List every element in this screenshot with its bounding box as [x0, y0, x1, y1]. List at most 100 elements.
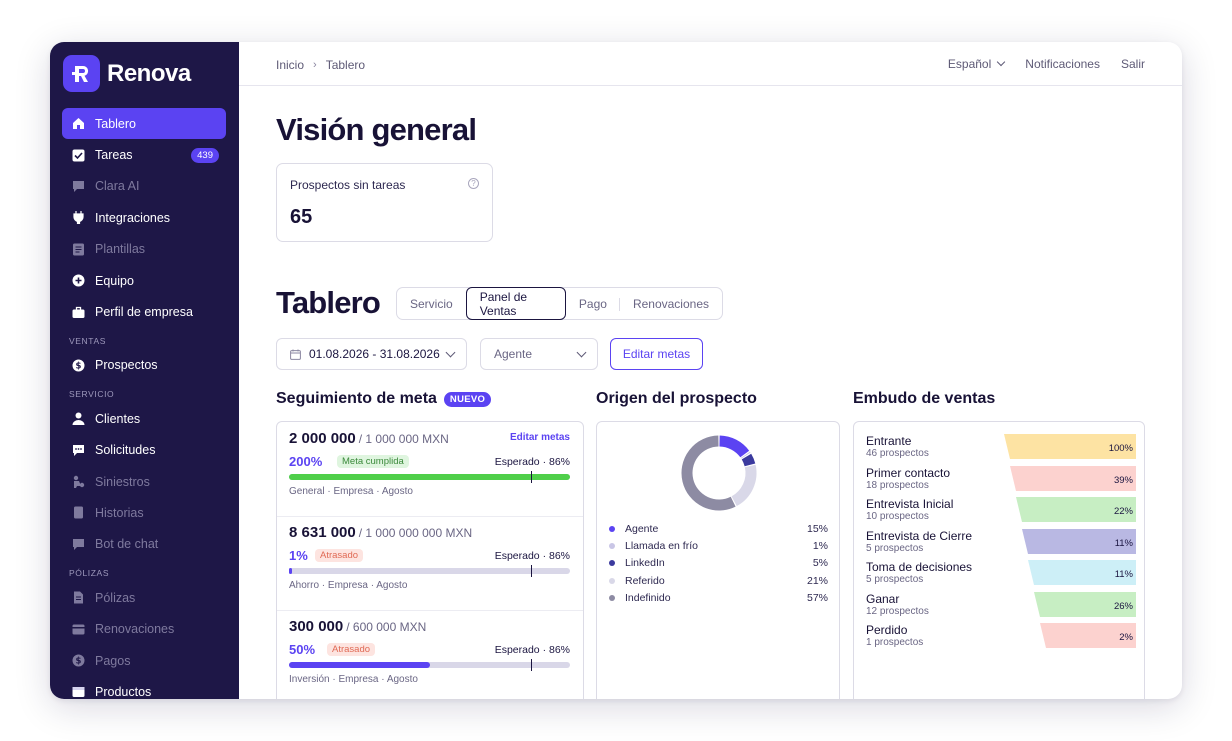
sidebar-item-renovaciones[interactable]: Renovaciones [62, 613, 226, 644]
sidebar-item-label: Tablero [95, 116, 136, 131]
sidebar-item-label: Productos [95, 684, 152, 699]
chevron-right-icon: › [313, 59, 317, 71]
sidebar-item-equipo[interactable]: Equipo [62, 265, 226, 296]
goal-progress-bar [289, 565, 570, 577]
tab-label: Servicio [410, 296, 453, 311]
goal-row[interactable]: 2 000 000/ 1 000 000 MXN Editar metas 200%… [289, 430, 572, 514]
goal-row[interactable]: 300 000/ 600 000 MXN 50% Atrasado Esperado … [289, 618, 572, 699]
funnel-section-title: Embudo de ventas [853, 390, 996, 407]
funnel-stage-percent: 26% [1113, 600, 1133, 612]
document-icon [71, 506, 85, 520]
goal-expected: Esperado · 86% [494, 550, 570, 562]
funnel-stage[interactable]: Perdido 1 prospectos 2% [866, 623, 1136, 651]
goals-card: 2 000 000/ 1 000 000 MXN Editar metas 200%… [276, 421, 584, 699]
donut-slice-llamada-en-fr-o[interactable] [740, 451, 751, 459]
goal-progress-bar [289, 659, 570, 671]
sidebar-item-label: Clientes [95, 411, 141, 426]
legend-label: Llamada en frío [625, 539, 698, 552]
funnel-stage-name: Perdido [866, 623, 908, 637]
funnel-card: Entrante 46 prospectos 100% Primer contacto… [853, 421, 1145, 699]
edit-goals-link[interactable]: Editar metas [510, 432, 570, 443]
goal-progress-fill [289, 662, 430, 668]
help-icon[interactable]: ? [468, 178, 479, 189]
origin-section-title: Origen del prospecto [596, 390, 757, 407]
app-window: Renova Tablero Tareas 439 Clara AI Integ… [50, 42, 1182, 699]
sidebar-item-polizas[interactable]: Pólizas [62, 582, 226, 613]
tab-renovaciones[interactable]: Renovaciones [620, 288, 722, 319]
dollar-icon: $ [71, 358, 85, 372]
donut-slice-indefinido[interactable] [681, 435, 736, 511]
wallet-icon [71, 622, 85, 636]
legend-label: Referido [625, 574, 665, 587]
sidebar-item-clientes[interactable]: Clientes [62, 403, 226, 434]
sidebar-item-siniestros[interactable]: Siniestros [62, 466, 226, 497]
donut-slice-agente[interactable] [719, 435, 750, 458]
sidebar-item-historias[interactable]: Historias [62, 497, 226, 528]
sidebar-item-label: Historias [95, 505, 144, 520]
language-selector[interactable]: Español [948, 57, 1006, 71]
funnel-stage[interactable]: Primer contacto 18 prospectos 39% [866, 465, 1136, 494]
sidebar-item-label: Tareas [95, 148, 133, 163]
sidebar-item-tablero[interactable]: Tablero [62, 108, 226, 140]
funnel-stage[interactable]: Ganar 12 prospectos 26% [866, 591, 1136, 620]
sidebar-item-solicitudes[interactable]: Solicitudes [62, 435, 226, 466]
logout-link[interactable]: Salir [1121, 57, 1145, 71]
sidebar-item-perfil-empresa[interactable]: Perfil de empresa [62, 296, 226, 327]
sidebar-item-pagos[interactable]: $ Pagos [62, 645, 226, 676]
sidebar-item-label: Clara AI [95, 179, 140, 194]
sidebar-item-label: Prospectos [95, 358, 158, 373]
sidebar-item-integraciones[interactable]: Integraciones [62, 202, 226, 233]
sidebar-item-tareas[interactable]: Tareas 439 [62, 139, 226, 170]
funnel-stage-name: Primer contacto [866, 465, 951, 480]
donut-slice-linkedin[interactable] [741, 453, 756, 467]
funnel-stage-count: 5 prospectos [866, 542, 924, 554]
funnel-stage[interactable]: Entrevista Inicial 10 prospectos 22% [866, 497, 1136, 525]
funnel-stage[interactable]: Toma de decisiones 5 prospectos 11% [866, 560, 1136, 588]
donut-slice-referido[interactable] [731, 464, 757, 507]
kpi-card: Prospectos sin tareas ? 65 [276, 163, 493, 242]
goal-total: / 1 000 000 000 MXN [358, 526, 473, 540]
legend-label: Indefinido [625, 591, 671, 604]
tab-pago[interactable]: Pago [566, 288, 620, 319]
goal-row[interactable]: 8 631 000/ 1 000 000 000 MXN 1% Atrasado Es… [289, 524, 572, 608]
funnel-stage[interactable]: Entrevista de Cierre 5 prospectos 11% [866, 528, 1136, 557]
funnel-stage[interactable]: Entrante 46 prospectos 100% [866, 434, 1136, 462]
notifications-link[interactable]: Notificaciones [1025, 57, 1100, 71]
edit-goals-button[interactable]: Editar metas [610, 338, 703, 370]
chevron-down-icon [576, 347, 587, 358]
breadcrumb-inicio[interactable]: Inicio [276, 58, 304, 72]
legend-label: Agente [625, 522, 659, 535]
tab-servicio[interactable]: Servicio [397, 288, 466, 319]
goal-status-badge: Meta cumplida [337, 455, 409, 468]
goal-expected-marker [530, 471, 533, 483]
legend-value: 5% [812, 557, 828, 570]
sidebar-item-plantillas[interactable]: Plantillas [62, 234, 226, 265]
goal-meta: General · Empresa · Agosto [289, 486, 413, 497]
goal-divider [277, 516, 583, 517]
sidebar-item-clara-ai[interactable]: Clara AI [62, 171, 226, 202]
funnel-stage-name: Ganar [866, 591, 900, 606]
dashboard-title: Tablero [276, 285, 381, 320]
goal-amount: 2 000 000 [289, 430, 356, 447]
goal-amount: 300 000 [289, 618, 344, 635]
date-range-picker[interactable]: 01.08.2026 - 31.08.2026 [276, 338, 467, 370]
page-title: Visión general [276, 112, 477, 147]
sidebar-item-prospectos[interactable]: $ Prospectos [62, 350, 226, 381]
template-icon [71, 242, 85, 256]
sidebar-item-productos[interactable]: Productos [62, 676, 226, 699]
funnel-stage-percent: 39% [1113, 474, 1133, 486]
goal-expected-marker [530, 565, 533, 577]
legend-value: 21% [806, 574, 828, 587]
goal-amount: 8 631 000 [289, 524, 356, 541]
sidebar-item-label: Pólizas [95, 590, 136, 605]
kpi-value: 65 [290, 206, 313, 228]
funnel-bar [1040, 623, 1136, 648]
goal-status-badge: Atrasado [315, 549, 364, 562]
sidebar-item-label: Integraciones [95, 210, 171, 225]
calendar-icon [290, 349, 301, 360]
section-label-servicio: SERVICIO [69, 389, 115, 400]
agent-select[interactable]: Agente [480, 338, 598, 370]
logo[interactable]: Renova [63, 55, 191, 92]
sidebar-item-bot-chat[interactable]: Bot de chat [62, 529, 226, 560]
tab-panel-ventas[interactable]: Panel de Ventas [465, 287, 566, 320]
